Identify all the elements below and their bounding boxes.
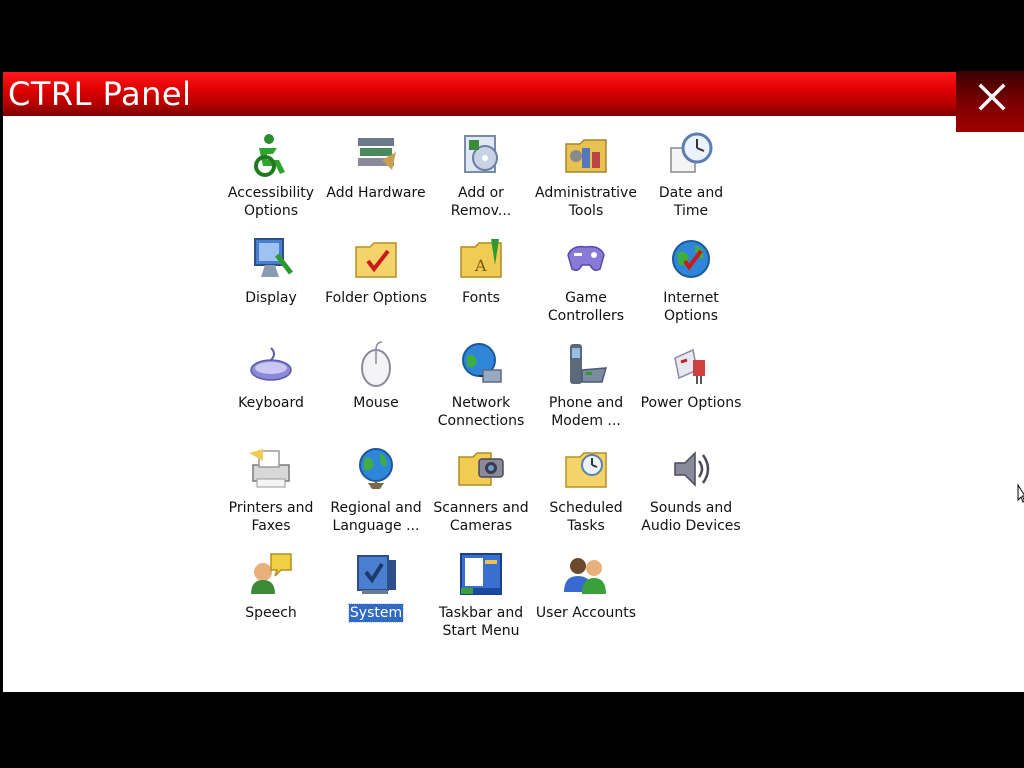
scheduled-tasks-icon <box>565 452 607 488</box>
fonts-icon: A <box>460 239 502 278</box>
control-panel-item-label: Administrative Tools <box>535 185 637 219</box>
scanners-cameras-icon <box>458 452 504 486</box>
date-time-icon <box>670 132 713 173</box>
control-panel-item[interactable]: Keyboard <box>219 340 323 440</box>
phone-modem-icon <box>570 344 608 384</box>
printers-faxes-icon <box>249 449 290 488</box>
regional-language-icon <box>359 448 393 489</box>
control-panel-item[interactable]: User Accounts <box>534 550 638 650</box>
control-panel-item-label: Accessibility Options <box>227 185 315 219</box>
control-panel-item-label: Printers and Faxes <box>228 500 314 534</box>
mouse-icon <box>361 341 391 387</box>
power-options-icon <box>674 348 705 384</box>
control-panel-item[interactable]: Folder Options <box>324 235 428 335</box>
close-icon <box>978 83 1006 111</box>
control-panel-item-label: System <box>347 603 405 623</box>
control-panel-item[interactable]: Administrative Tools <box>534 130 638 230</box>
control-panel-item[interactable]: Power Options <box>639 340 743 440</box>
control-panel-item-label: Display <box>245 290 297 306</box>
control-panel-item[interactable]: System <box>324 550 428 650</box>
control-panel-item[interactable]: Taskbar and Start Menu <box>429 550 533 650</box>
control-panel-item-label: Power Options <box>640 395 742 411</box>
control-panel-item-label: Add Hardware <box>326 185 426 201</box>
speech-icon <box>251 553 292 594</box>
control-panel-item-label: Mouse <box>353 395 399 411</box>
control-panel-item[interactable]: A Fonts <box>429 235 533 335</box>
control-panel-window: CTRL Panel Accessibility Options Add Hard… <box>3 71 1024 692</box>
control-panel-item-label: Date and Time <box>658 185 724 219</box>
administrative-tools-icon <box>565 139 607 173</box>
control-panel-item[interactable]: Sounds and Audio Devices <box>639 445 743 545</box>
control-panel-item[interactable]: Internet Options <box>639 235 743 335</box>
control-panel-item[interactable]: Game Controllers <box>534 235 638 335</box>
control-panel-item-label: Internet Options <box>663 290 719 324</box>
user-accounts-icon <box>564 558 606 594</box>
control-panel-item-label: Speech <box>245 605 297 621</box>
svg-text:A: A <box>474 256 487 275</box>
control-panel-item[interactable]: Scheduled Tasks <box>534 445 638 545</box>
control-panel-item[interactable]: Accessibility Options <box>219 130 323 230</box>
add-hardware-icon <box>358 138 396 170</box>
control-panel-item[interactable]: Scanners and Cameras <box>429 445 533 545</box>
display-icon <box>254 238 293 277</box>
control-panel-item[interactable]: Regional and Language ... <box>324 445 428 545</box>
control-panel-item-label: Keyboard <box>238 395 304 411</box>
game-controllers-icon <box>567 245 605 272</box>
internet-options-icon <box>672 240 710 278</box>
accessibility-icon <box>254 134 285 177</box>
control-panel-item-label: Taskbar and Start Menu <box>438 605 524 639</box>
control-panel-item-label: Network Connections <box>437 395 525 429</box>
sounds-audio-icon <box>674 451 710 487</box>
control-panel-items: Accessibility Options Add Hardware Add or … <box>3 72 803 672</box>
control-panel-item-label: User Accounts <box>535 605 637 621</box>
taskbar-start-menu-icon <box>460 553 502 595</box>
control-panel-item-label: Scanners and Cameras <box>433 500 529 534</box>
network-connections-icon <box>462 343 502 383</box>
control-panel-item[interactable]: Network Connections <box>429 340 533 440</box>
control-panel-item[interactable]: Printers and Faxes <box>219 445 323 545</box>
keyboard-icon <box>250 347 292 381</box>
control-panel-item-label: Add or Remov... <box>450 185 512 219</box>
control-panel-item-label: Scheduled Tasks <box>549 500 623 534</box>
folder-options-icon <box>355 242 397 278</box>
control-panel-item[interactable]: Mouse <box>324 340 428 440</box>
control-panel-item-label: Phone and Modem ... <box>548 395 624 429</box>
screen: CTRL Panel Accessibility Options Add Hard… <box>0 0 1024 768</box>
mouse-cursor-icon <box>1017 484 1024 503</box>
control-panel-item-label: Regional and Language ... <box>330 500 422 534</box>
control-panel-item[interactable]: Add Hardware <box>324 130 428 230</box>
add-remove-programs-icon <box>464 135 498 173</box>
control-panel-item[interactable]: Date and Time <box>639 130 743 230</box>
control-panel-item[interactable]: Add or Remov... <box>429 130 533 230</box>
close-button[interactable] <box>956 71 1024 132</box>
control-panel-item[interactable]: Phone and Modem ... <box>534 340 638 440</box>
control-panel-item[interactable]: Display <box>219 235 323 335</box>
control-panel-item-label: Sounds and Audio Devices <box>641 500 741 534</box>
control-panel-item-label: Game Controllers <box>547 290 625 324</box>
control-panel-item[interactable]: Speech <box>219 550 323 650</box>
control-panel-item-label: Fonts <box>462 290 500 306</box>
control-panel-item-label: Folder Options <box>325 290 427 306</box>
system-icon <box>357 555 396 594</box>
